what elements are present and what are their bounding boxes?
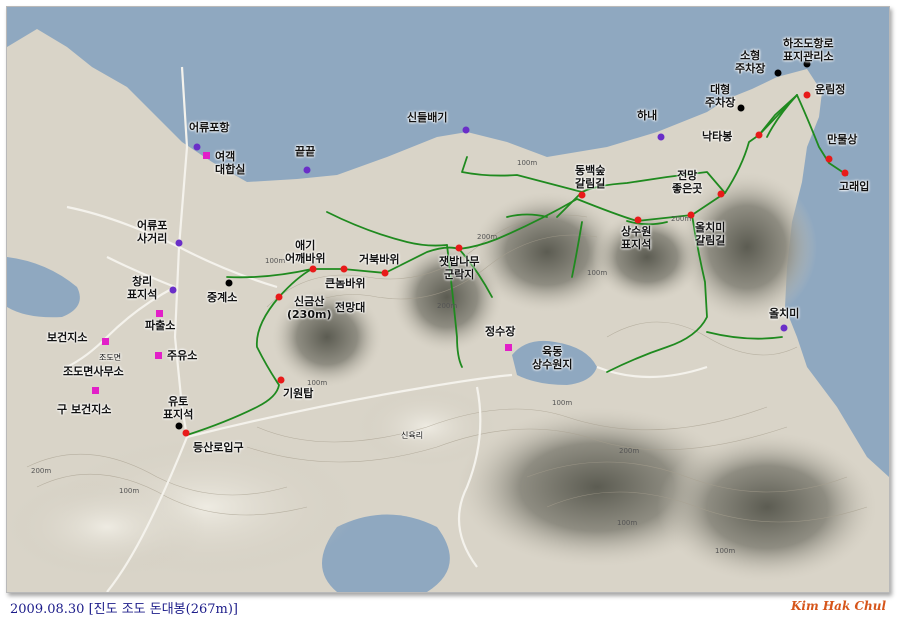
label-keunnom[interactable]: 큰놈바위 [325, 277, 365, 290]
red-dot-icon[interactable] [455, 244, 463, 252]
red-dot-icon[interactable] [803, 91, 811, 99]
label-eoryupohang[interactable]: 어류포항 [189, 121, 229, 134]
label-giwontap[interactable]: 기원탑 [283, 387, 313, 400]
label-yeogaek[interactable]: 여객 대합실 [215, 150, 245, 176]
label-dongbaek[interactable]: 동백숲 갈림길 [575, 164, 605, 190]
black-dot-icon[interactable] [774, 69, 782, 77]
red-dot-icon[interactable] [381, 269, 389, 277]
black-dot-icon[interactable] [225, 279, 233, 287]
contour-label: 100m [265, 257, 286, 265]
label-jeonmang-good[interactable]: 전망 좋은곳 [672, 169, 702, 195]
label-sinyukri: 신육리 [401, 431, 424, 440]
red-dot-icon[interactable] [717, 190, 725, 198]
pink-square-icon[interactable] [92, 387, 99, 394]
map-caption: 2009.08.30 [진도 조도 돈대봉(267m)] [10, 602, 238, 617]
label-geobuk[interactable]: 거북바위 [359, 253, 399, 266]
red-dot-icon[interactable] [578, 191, 586, 199]
label-yuto[interactable]: 유토 표지석 [163, 395, 193, 421]
label-jeonmangdae[interactable]: 전망대 [335, 301, 365, 314]
contour-label: 200m [671, 215, 692, 223]
pink-square-icon[interactable] [155, 352, 162, 359]
contour-label: 100m [552, 399, 573, 407]
label-singeumsan[interactable]: 신금산 (230m) [287, 295, 331, 321]
red-dot-icon[interactable] [275, 293, 283, 301]
red-dot-icon[interactable] [841, 169, 849, 177]
contour-label: 100m [119, 487, 140, 495]
author-signature: Kim Hak Chul [790, 599, 886, 613]
red-dot-icon[interactable] [755, 131, 763, 139]
pink-square-icon[interactable] [102, 338, 109, 345]
pink-square-icon[interactable] [203, 152, 210, 159]
label-goraeip[interactable]: 고래입 [839, 180, 869, 193]
contour-label: 200m [619, 447, 640, 455]
label-jodomyeon-small: 조도면 [99, 353, 122, 362]
purple-dot-icon[interactable] [462, 126, 470, 134]
label-old-bogeon[interactable]: 구 보건지소 [57, 403, 111, 416]
label-olchimi[interactable]: 올치미 [769, 307, 799, 320]
pink-square-icon[interactable] [505, 344, 512, 351]
red-dot-icon[interactable] [309, 265, 317, 273]
label-manmulsang[interactable]: 만물상 [827, 133, 857, 146]
label-yukdong[interactable]: 육동 상수원지 [532, 345, 572, 371]
pink-square-icon[interactable] [156, 310, 163, 317]
contour-label: 100m [587, 269, 608, 277]
label-trailhead[interactable]: 등산로입구 [193, 441, 244, 454]
label-sindeulbaegi[interactable]: 신들배기 [407, 111, 447, 124]
label-small-parking[interactable]: 소형 주차장 [735, 49, 765, 75]
label-changri[interactable]: 창리 표지석 [127, 275, 157, 301]
label-jodomyeon-office[interactable]: 조도면사무소 [63, 365, 124, 378]
label-junggyeso[interactable]: 중계소 [207, 291, 237, 304]
label-unrimjeong[interactable]: 운림정 [815, 83, 845, 96]
red-dot-icon[interactable] [634, 216, 642, 224]
contour-label: 200m [437, 302, 458, 310]
label-pachulso[interactable]: 파출소 [145, 319, 175, 332]
label-hanae[interactable]: 하내 [637, 109, 657, 122]
map-frame: 100m 100m 200m 200m 100m 200m 100m 200m … [6, 6, 890, 593]
purple-dot-icon[interactable] [780, 324, 788, 332]
black-dot-icon[interactable] [175, 422, 183, 430]
contour-label: 100m [715, 547, 736, 555]
purple-dot-icon[interactable] [169, 286, 177, 294]
label-eoryupo-crossroad[interactable]: 어류포 사거리 [137, 219, 167, 245]
label-aegi[interactable]: 애기 어깨바위 [285, 239, 325, 265]
red-dot-icon[interactable] [340, 265, 348, 273]
label-juyuso[interactable]: 주유소 [167, 349, 197, 362]
label-natabong[interactable]: 낙타봉 [702, 130, 732, 143]
label-jaetbap[interactable]: 잿밥나무 군락지 [439, 255, 479, 281]
label-jeongsujang[interactable]: 정수장 [485, 325, 515, 338]
contour-label: 100m [307, 379, 328, 387]
contour-label: 100m [617, 519, 638, 527]
purple-dot-icon[interactable] [303, 166, 311, 174]
contour-label: 200m [31, 467, 52, 475]
contour-label: 100m [517, 159, 538, 167]
red-dot-icon[interactable] [182, 429, 190, 437]
purple-dot-icon[interactable] [657, 133, 665, 141]
purple-dot-icon[interactable] [175, 239, 183, 247]
label-olchimi-junction[interactable]: 올치미 갈림길 [695, 221, 725, 247]
red-dot-icon[interactable] [277, 376, 285, 384]
purple-dot-icon[interactable] [193, 143, 201, 151]
label-sangsuwon[interactable]: 상수원 표지석 [621, 225, 651, 251]
black-dot-icon[interactable] [737, 104, 745, 112]
label-kkeutkeut[interactable]: 끝끝 [295, 145, 315, 158]
contour-label: 200m [477, 233, 498, 241]
red-dot-icon[interactable] [825, 155, 833, 163]
label-large-parking[interactable]: 대형 주차장 [705, 83, 735, 109]
label-bogeonjiso[interactable]: 보건지소 [47, 331, 87, 344]
label-hajodo[interactable]: 하조도항로 표지관리소 [783, 37, 834, 63]
